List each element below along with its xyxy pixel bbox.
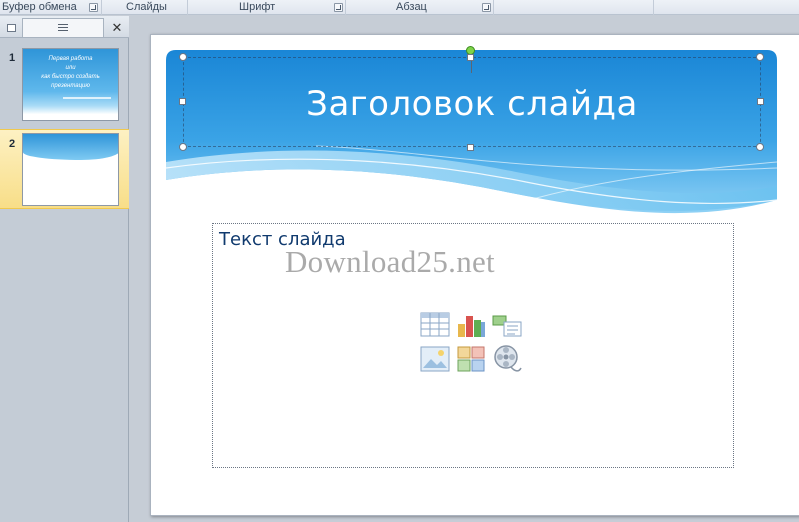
insert-media-icon[interactable]: [491, 344, 523, 374]
slides-pane-tabs: ✕: [0, 16, 129, 38]
thumbnail-subtitle-bar: [63, 97, 111, 99]
slide-editor-area: Заголовок слайда Текст слайда Download25…: [130, 16, 799, 522]
thumbnail-header-band: [23, 134, 118, 160]
tab-slides[interactable]: [22, 18, 104, 37]
thumbnail-title-line: Первая работа: [48, 56, 93, 62]
slide-thumbnail-2[interactable]: [22, 133, 119, 206]
paragraph-group-label: Абзац: [396, 1, 427, 13]
slide-number: 1: [9, 52, 16, 64]
resize-handle-bottom-left[interactable]: [179, 143, 187, 151]
content-icons: [419, 310, 525, 380]
insert-table-icon[interactable]: [419, 310, 451, 340]
outline-icon: [6, 23, 16, 32]
watermark: Download25.net: [285, 244, 495, 279]
clipboard-launcher-icon[interactable]: [89, 3, 98, 12]
slide-number: 2: [9, 138, 16, 150]
slides-pane: ✕ 1 Первая работа или как быстро создать…: [0, 16, 129, 522]
slide-title[interactable]: Заголовок слайда: [184, 84, 760, 124]
resize-handle-right[interactable]: [757, 98, 764, 105]
tab-outline[interactable]: [2, 18, 20, 37]
ribbon-group-labels: Буфер обмена Слайды Шрифт Абзац: [0, 0, 799, 15]
title-placeholder[interactable]: Заголовок слайда: [183, 57, 761, 147]
close-icon: ✕: [111, 19, 123, 35]
thumbnail-title-line: или: [65, 65, 76, 71]
insert-picture-icon[interactable]: [419, 344, 451, 374]
clipboard-group-label: Буфер обмена: [2, 1, 77, 13]
ribbon-group-clipboard: Буфер обмена: [0, 0, 102, 15]
resize-handle-top[interactable]: [467, 54, 474, 61]
close-pane-button[interactable]: ✕: [108, 18, 126, 37]
insert-chart-icon[interactable]: [455, 310, 487, 340]
slide-thumbnail-1[interactable]: Первая работа или как быстро создать пре…: [22, 48, 119, 121]
insert-clipart-icon[interactable]: [455, 344, 487, 374]
slides-list-icon: [58, 24, 68, 32]
ribbon-group-paragraph: Абзац: [346, 0, 494, 15]
font-group-label: Шрифт: [239, 1, 276, 13]
insert-smartart-icon[interactable]: [491, 310, 523, 340]
thumbnail-title-line: как быстро создать: [41, 74, 100, 80]
resize-handle-top-right[interactable]: [756, 53, 764, 61]
resize-handle-bottom[interactable]: [467, 144, 474, 151]
content-placeholder[interactable]: Текст слайда Download25.net: [212, 223, 734, 468]
ribbon-group-empty: [494, 0, 654, 15]
resize-handle-top-left[interactable]: [179, 53, 187, 61]
slides-group-label: Слайды: [126, 1, 167, 13]
paragraph-launcher-icon[interactable]: [482, 3, 491, 12]
font-launcher-icon[interactable]: [334, 3, 343, 12]
resize-handle-bottom-right[interactable]: [756, 143, 764, 151]
slide-thumbnail-row-2[interactable]: 2: [0, 129, 129, 209]
thumbnail-title-line: презентацию: [51, 83, 90, 89]
slide-canvas[interactable]: Заголовок слайда Текст слайда Download25…: [150, 34, 799, 516]
ribbon-group-font: Шрифт: [188, 0, 346, 15]
resize-handle-left[interactable]: [179, 98, 186, 105]
slide-thumbnail-row-1[interactable]: 1 Первая работа или как быстро создать п…: [0, 44, 129, 128]
ribbon-group-slides: Слайды: [102, 0, 188, 15]
